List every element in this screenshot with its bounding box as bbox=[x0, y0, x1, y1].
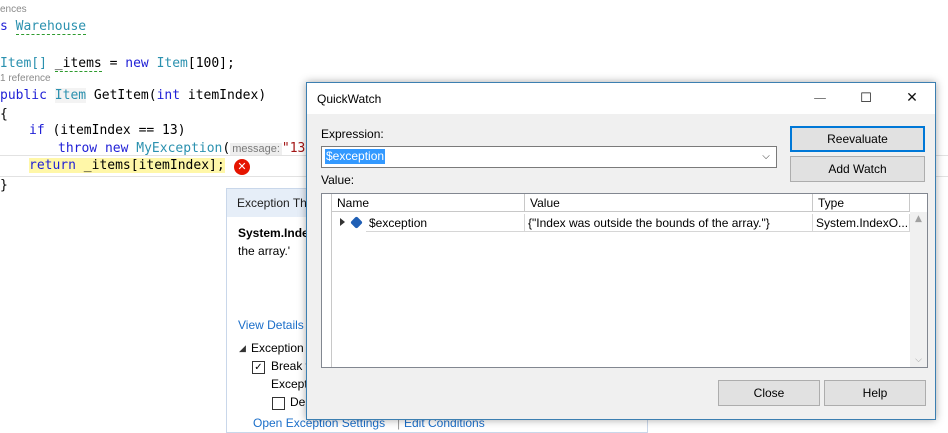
grid-vertical-scrollbar[interactable]: ▲ ⌵ bbox=[910, 212, 927, 367]
field-items: _items bbox=[54, 56, 102, 72]
row-name-cell[interactable]: $exception bbox=[366, 214, 525, 232]
method-name: GetItem( bbox=[86, 88, 157, 103]
array-size: [100]; bbox=[187, 56, 235, 71]
method-param: itemIndex) bbox=[180, 88, 267, 103]
exception-settings-header: Exception bbox=[251, 341, 304, 355]
exception-helper-title: Exception Th bbox=[237, 196, 307, 210]
help-button[interactable]: Help bbox=[824, 380, 926, 406]
return-type: Item bbox=[54, 88, 87, 103]
keyword-class: s bbox=[0, 19, 16, 34]
string-literal: "13 bbox=[281, 141, 306, 156]
scroll-down-icon[interactable]: ⌵ bbox=[910, 353, 927, 367]
row-value-cell[interactable]: {"Index was outside the bounds of the ar… bbox=[525, 214, 813, 232]
keyword-if: if bbox=[29, 123, 45, 138]
code-line-class: s Warehouse bbox=[0, 17, 87, 36]
code-line-return: return _items[itemIndex]; bbox=[29, 156, 225, 175]
minimize-button[interactable]: — bbox=[797, 83, 843, 114]
column-header-name[interactable]: Name bbox=[332, 194, 525, 212]
expression-input[interactable]: $exception bbox=[325, 149, 386, 164]
expression-label: Expression: bbox=[321, 127, 384, 141]
code-line-method-signature: public Item GetItem(int itemIndex) bbox=[0, 86, 266, 105]
error-icon[interactable]: ✕ bbox=[234, 159, 250, 175]
close-button[interactable]: Close bbox=[718, 380, 820, 406]
reevaluate-button[interactable]: Reevaluate bbox=[790, 126, 925, 152]
maximize-button[interactable]: ☐ bbox=[843, 83, 889, 114]
exception-message-text: the array.' bbox=[238, 244, 291, 258]
code-brace-close: } bbox=[0, 178, 8, 193]
collapse-triangle-icon[interactable]: ◢ bbox=[239, 344, 246, 354]
type-myexception: MyException bbox=[136, 141, 223, 156]
expand-arrow-icon[interactable] bbox=[340, 218, 345, 226]
add-watch-button[interactable]: Add Watch bbox=[790, 156, 925, 182]
code-brace-open: { bbox=[0, 107, 8, 122]
param-hint-message: message: bbox=[230, 143, 282, 155]
object-icon bbox=[350, 216, 363, 229]
chevron-down-icon[interactable]: ⌵ bbox=[756, 147, 776, 167]
type-item-array: Item[] bbox=[0, 56, 47, 71]
assign-op: = bbox=[101, 56, 126, 71]
break-when-checkbox[interactable]: ✓ bbox=[252, 361, 265, 374]
keyword-throw: throw bbox=[58, 141, 98, 156]
quickwatch-title: QuickWatch bbox=[317, 92, 382, 106]
column-header-type[interactable]: Type bbox=[813, 194, 910, 212]
column-header-value[interactable]: Value bbox=[525, 194, 813, 212]
quickwatch-dialog: QuickWatch — ☐ ✕ Expression: $exception … bbox=[306, 82, 936, 420]
grid-gutter bbox=[322, 194, 332, 367]
keyword-return: return bbox=[29, 158, 76, 173]
except-text: Except bbox=[271, 377, 308, 391]
scroll-up-icon[interactable]: ▲ bbox=[910, 212, 927, 226]
codelens-references[interactable]: ences bbox=[0, 4, 27, 15]
return-statement-highlight: return _items[itemIndex]; bbox=[29, 158, 225, 173]
row-type-cell[interactable]: System.IndexO... bbox=[813, 214, 910, 232]
codelens-one-reference[interactable]: 1 reference bbox=[0, 73, 51, 84]
watch-grid[interactable]: Name Value Type $exception {"Index was o… bbox=[321, 193, 928, 368]
exception-type-text: System.Inde bbox=[238, 226, 309, 240]
keyword-new-2: new bbox=[104, 141, 129, 156]
code-line-if: if (itemIndex == 13) bbox=[29, 121, 186, 140]
class-name: Warehouse bbox=[15, 19, 87, 35]
return-expression: _items[itemIndex]; bbox=[75, 158, 225, 173]
code-line-items-decl: Item[] _items = new Item[100]; bbox=[0, 54, 235, 73]
type-item: Item bbox=[156, 56, 188, 71]
if-condition: (itemIndex == 13) bbox=[44, 123, 186, 138]
view-details-link[interactable]: View Details bbox=[238, 318, 304, 332]
keyword-public: public bbox=[0, 88, 47, 103]
deb-checkbox[interactable] bbox=[272, 397, 285, 410]
keyword-int: int bbox=[156, 88, 181, 103]
quickwatch-titlebar[interactable]: QuickWatch — ☐ ✕ bbox=[307, 83, 935, 114]
expression-combobox[interactable]: $exception ⌵ bbox=[321, 146, 777, 168]
value-label: Value: bbox=[321, 173, 355, 187]
close-window-button[interactable]: ✕ bbox=[889, 83, 935, 114]
keyword-new: new bbox=[125, 56, 149, 71]
